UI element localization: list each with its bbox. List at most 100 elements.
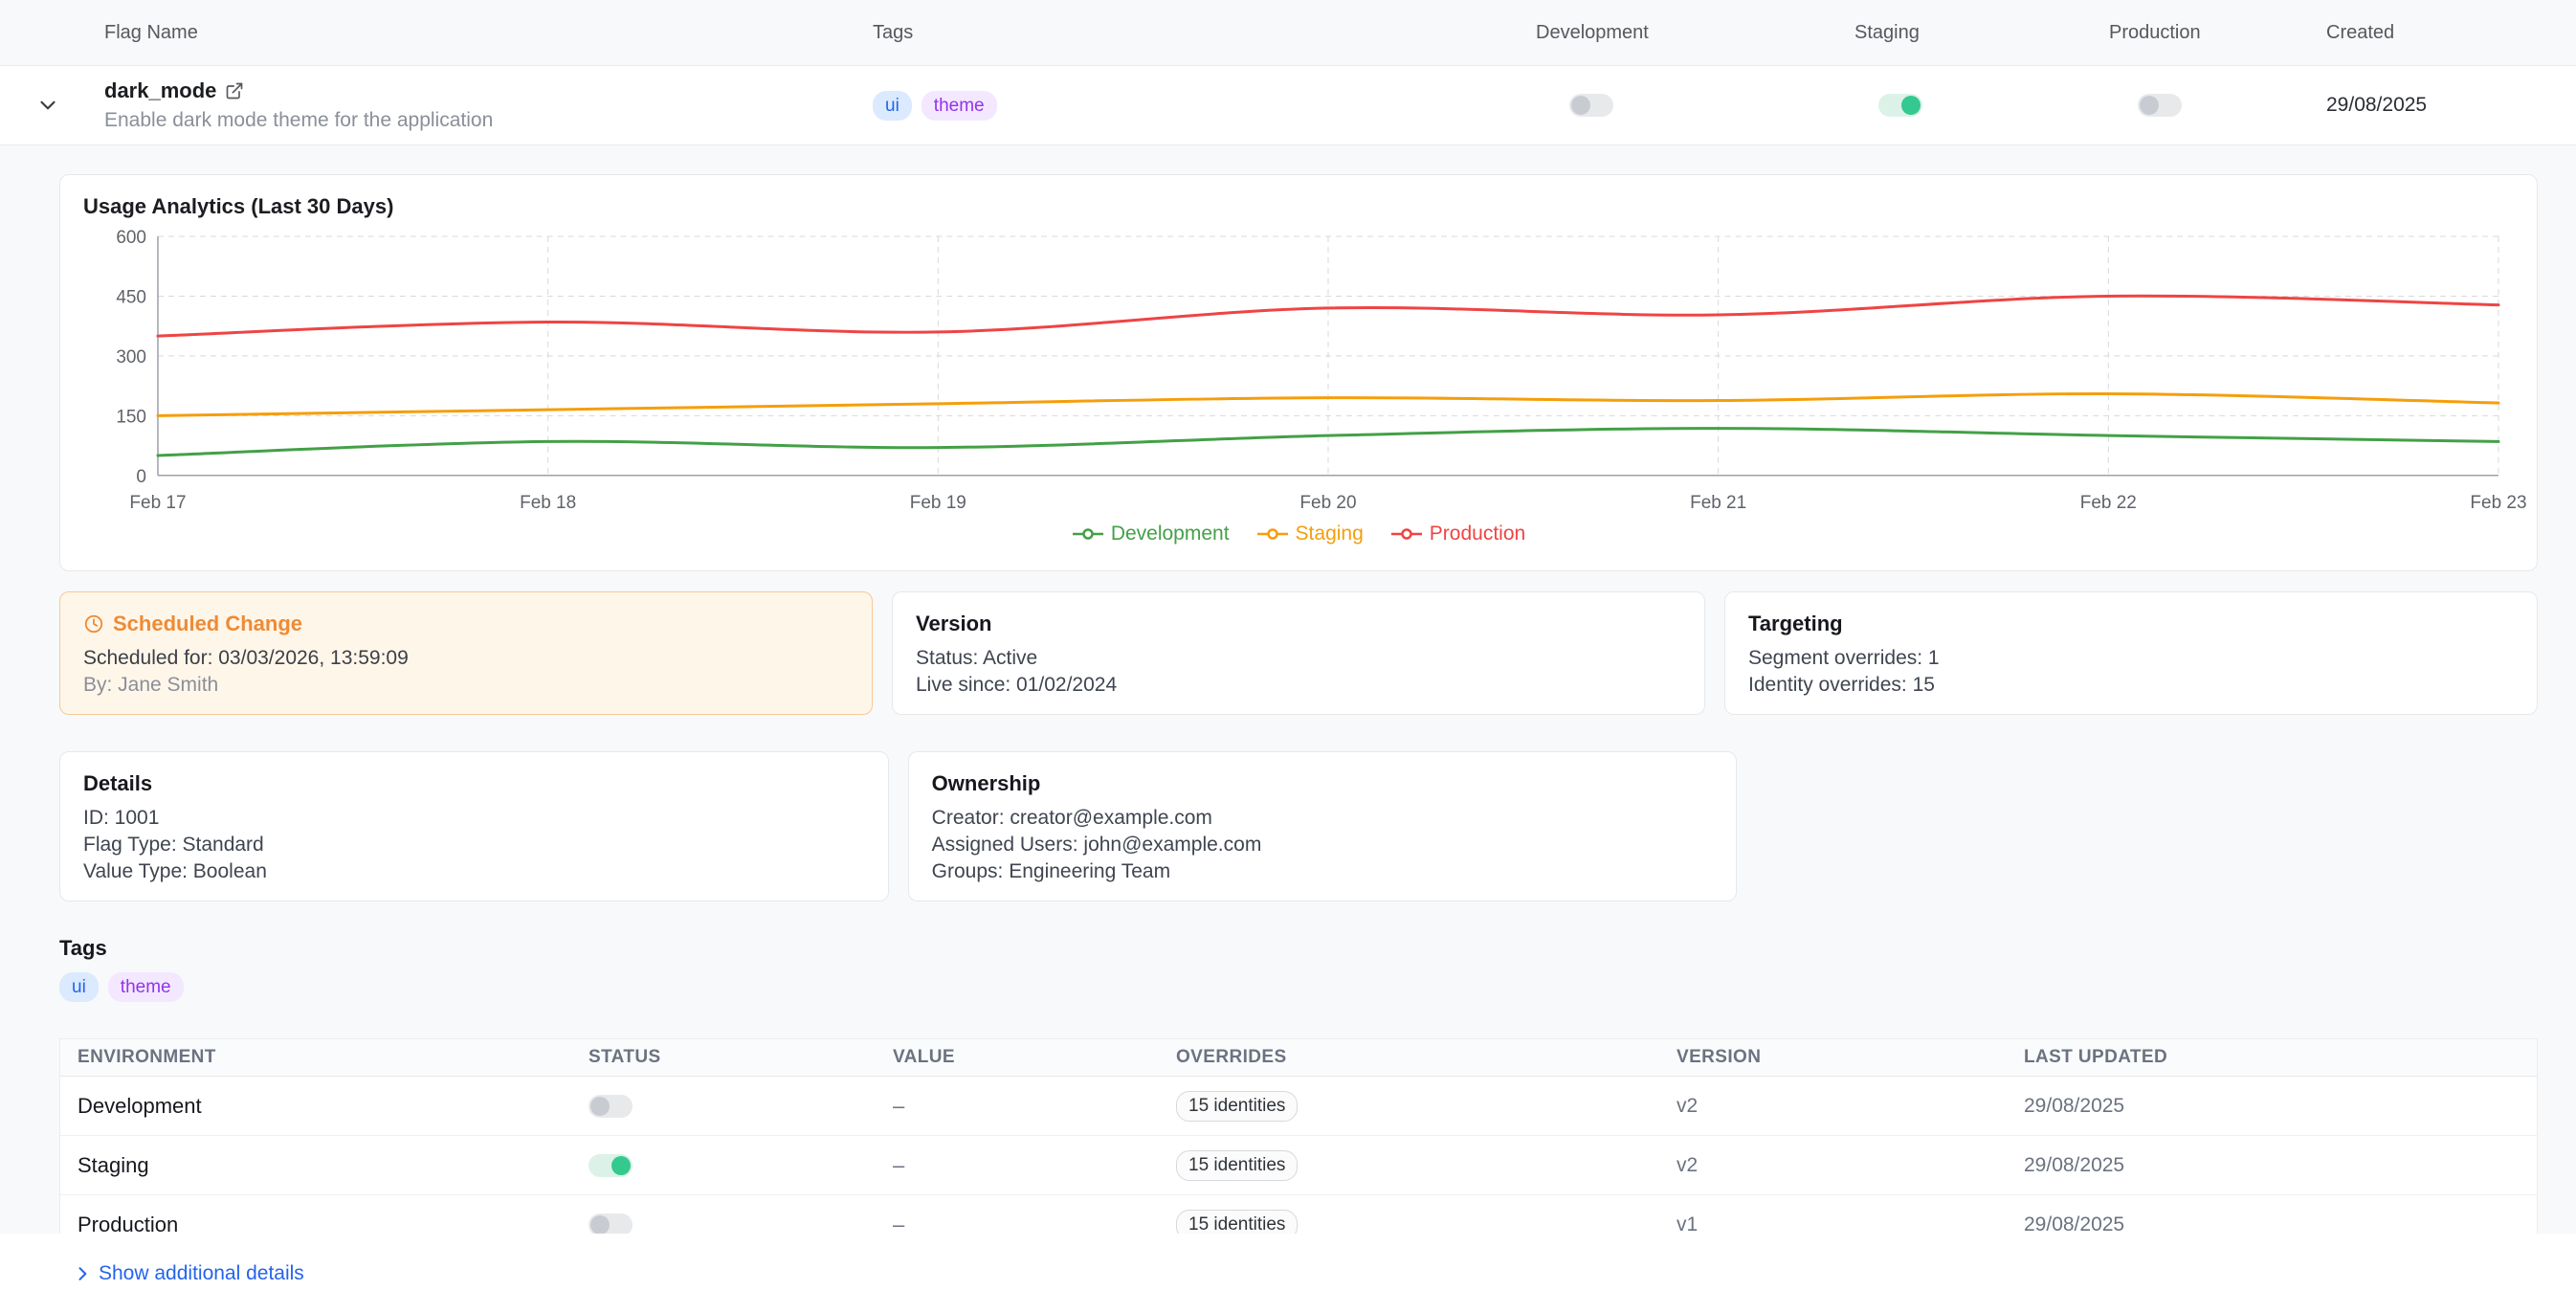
- details-card-title: Details: [83, 771, 865, 796]
- info-cards-row-1: Scheduled Change Scheduled for: 03/03/20…: [59, 591, 2538, 715]
- svg-text:Feb 23: Feb 23: [2470, 493, 2526, 513]
- ownership-card: Ownership Creator: creator@example.com A…: [908, 751, 1738, 901]
- toggle-knob: [590, 1097, 610, 1116]
- env-name: Development: [60, 1094, 588, 1119]
- svg-text:300: 300: [116, 347, 146, 367]
- svg-text:Feb 17: Feb 17: [129, 493, 186, 513]
- toggle-knob: [2140, 96, 2159, 115]
- th-environment: ENVIRONMENT: [60, 1047, 588, 1068]
- legend-marker-icon: [1390, 527, 1423, 541]
- external-link-icon[interactable]: [225, 81, 244, 100]
- th-status: STATUS: [588, 1047, 893, 1068]
- version-card: Version Status: Active Live since: 01/02…: [892, 591, 1705, 715]
- development-row-toggle[interactable]: [588, 1095, 633, 1118]
- staging-toggle[interactable]: [1878, 94, 1922, 117]
- segment-overrides: Segment overrides: 1: [1748, 645, 2514, 672]
- targeting-card: Targeting Segment overrides: 1 Identity …: [1724, 591, 2538, 715]
- detail-id: ID: 1001: [83, 805, 865, 832]
- env-last-updated: 29/08/2025: [2024, 1154, 2537, 1177]
- env-version: v2: [1677, 1095, 2024, 1118]
- version-status: Status: Active: [916, 645, 1681, 672]
- svg-text:Feb 18: Feb 18: [520, 493, 576, 513]
- svg-text:Feb 20: Feb 20: [1299, 493, 1356, 513]
- detail-value-type: Value Type: Boolean: [83, 858, 865, 885]
- col-header-tags: Tags: [856, 22, 1512, 44]
- toggle-knob: [1901, 96, 1921, 115]
- svg-text:Feb 21: Feb 21: [1690, 493, 1746, 513]
- legend-label: Production: [1430, 523, 1525, 545]
- usage-analytics-card: Usage Analytics (Last 30 Days) 0 150 300 45…: [59, 174, 2538, 571]
- svg-text:0: 0: [136, 467, 146, 487]
- development-toggle[interactable]: [1569, 94, 1613, 117]
- tags-section: Tags ui theme: [59, 936, 2538, 1002]
- flag-detail-panel: Usage Analytics (Last 30 Days) 0 150 300 45…: [0, 145, 2576, 1256]
- details-card: Details ID: 1001 Flag Type: Standard Val…: [59, 751, 889, 901]
- th-value: VALUE: [893, 1047, 1176, 1068]
- production-toggle[interactable]: [2138, 94, 2182, 117]
- flag-list-header: Flag Name Tags Development Staging Produ…: [0, 0, 2576, 66]
- spacer: [1756, 751, 2538, 901]
- col-header-created: Created: [2297, 22, 2576, 44]
- legend-item-development[interactable]: Development: [1072, 523, 1230, 545]
- clock-icon: [83, 613, 104, 634]
- table-row-staging: Staging – 15 identities v2 29/08/2025: [60, 1136, 2537, 1195]
- svg-text:150: 150: [116, 407, 146, 427]
- ownership-assigned-users: Assigned Users: john@example.com: [932, 832, 1714, 858]
- scheduled-by-text: By: Jane Smith: [83, 672, 849, 699]
- usage-chart: 0 150 300 450 600 Feb 17 Feb 18 Feb 19 Feb 20 Feb…: [83, 227, 2514, 519]
- svg-text:Feb 22: Feb 22: [2080, 493, 2137, 513]
- flag-description: Enable dark mode theme for the applicati…: [104, 109, 856, 132]
- flag-tag-ui[interactable]: ui: [873, 91, 912, 121]
- legend-label: Staging: [1296, 523, 1364, 545]
- chevron-right-icon: [73, 1264, 92, 1283]
- svg-text:450: 450: [116, 287, 146, 307]
- overrides-badge[interactable]: 15 identities: [1176, 1091, 1298, 1122]
- scheduled-for-text: Scheduled for: 03/03/2026, 13:59:09: [83, 645, 849, 672]
- ownership-groups: Groups: Engineering Team: [932, 858, 1714, 885]
- env-name: Staging: [60, 1153, 588, 1178]
- tag-theme[interactable]: theme: [108, 972, 184, 1002]
- targeting-card-title: Targeting: [1748, 612, 2514, 636]
- svg-text:Feb 19: Feb 19: [910, 493, 966, 513]
- flag-name[interactable]: dark_mode: [104, 78, 216, 103]
- legend-item-production[interactable]: Production: [1390, 523, 1525, 545]
- ownership-creator: Creator: creator@example.com: [932, 805, 1714, 832]
- flag-tag-theme[interactable]: theme: [922, 91, 997, 121]
- toggle-knob: [611, 1156, 631, 1175]
- th-last-updated: LAST UPDATED: [2024, 1047, 2537, 1068]
- chart-title: Usage Analytics (Last 30 Days): [83, 194, 2514, 219]
- overrides-badge[interactable]: 15 identities: [1176, 1150, 1298, 1181]
- toggle-knob: [590, 1215, 610, 1235]
- feature-flag-detail-page: Flag Name Tags Development Staging Produ…: [0, 0, 2576, 1313]
- identity-overrides: Identity overrides: 15: [1748, 672, 2514, 699]
- env-value: –: [893, 1153, 1176, 1178]
- toggle-knob: [1571, 96, 1590, 115]
- env-version: v2: [1677, 1154, 2024, 1177]
- tags-section-title: Tags: [59, 936, 2538, 961]
- col-header-development: Development: [1512, 22, 1818, 44]
- svg-text:600: 600: [116, 228, 146, 248]
- info-cards-row-2: Details ID: 1001 Flag Type: Standard Val…: [59, 751, 2538, 901]
- legend-marker-icon: [1256, 527, 1289, 541]
- staging-row-toggle[interactable]: [588, 1154, 633, 1177]
- env-last-updated: 29/08/2025: [2024, 1095, 2537, 1118]
- tag-ui[interactable]: ui: [59, 972, 99, 1002]
- legend-label: Development: [1111, 523, 1230, 545]
- env-value: –: [893, 1094, 1176, 1119]
- th-overrides: OVERRIDES: [1176, 1047, 1677, 1068]
- legend-marker-icon: [1072, 527, 1104, 541]
- show-additional-details-link[interactable]: Show additional details: [73, 1262, 304, 1285]
- expand-chevron-icon[interactable]: [35, 93, 60, 118]
- scheduled-change-card: Scheduled Change Scheduled for: 03/03/20…: [59, 591, 873, 715]
- environments-table: ENVIRONMENT STATUS VALUE OVERRIDES VERSI…: [59, 1038, 2538, 1256]
- detail-footer: Show additional details: [0, 1234, 2576, 1313]
- version-live-since: Live since: 01/02/2024: [916, 672, 1681, 699]
- col-header-staging: Staging: [1818, 22, 2067, 44]
- table-row-development: Development – 15 identities v2 29/08/202…: [60, 1077, 2537, 1136]
- detail-flag-type: Flag Type: Standard: [83, 832, 865, 858]
- ownership-card-title: Ownership: [932, 771, 1714, 796]
- legend-item-staging[interactable]: Staging: [1256, 523, 1364, 545]
- flag-row[interactable]: dark_mode Enable dark mode theme for the…: [0, 66, 2576, 145]
- version-card-title: Version: [916, 612, 1681, 636]
- created-date: 29/08/2025: [2297, 94, 2576, 117]
